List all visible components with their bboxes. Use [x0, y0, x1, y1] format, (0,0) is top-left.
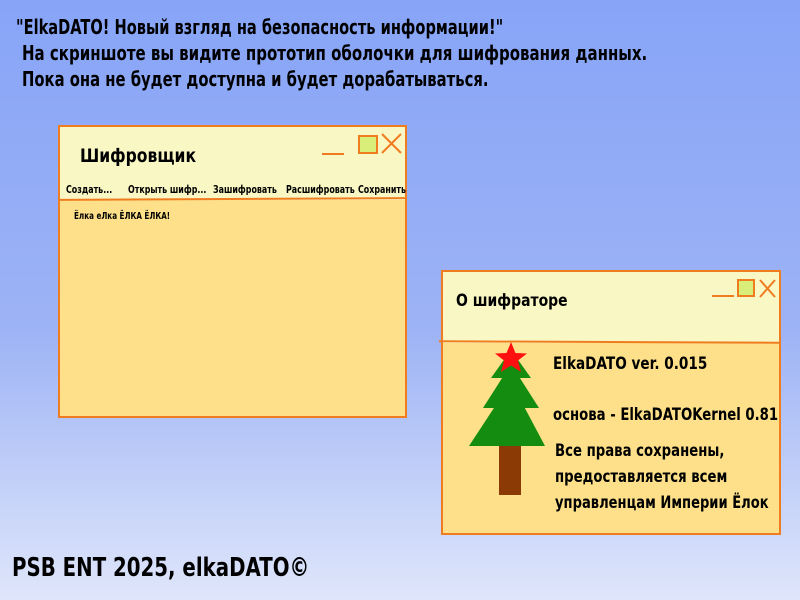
cipher-window-titlebar[interactable]: Шифровщик Создать... Открыть шифр... Заш… — [60, 127, 406, 200]
footer-copyright: PSB ENT 2025, elkaDATO© — [12, 553, 310, 583]
maximize-icon[interactable] — [358, 135, 378, 154]
minimize-icon[interactable] — [322, 153, 344, 155]
menu-bar: Создать... Открыть шифр... Зашифровать Р… — [60, 181, 406, 199]
about-rights-line-1: Все права сохранены, — [555, 441, 725, 461]
menu-create[interactable]: Создать... — [66, 183, 112, 196]
cipher-text-area[interactable]: Ёлка еЛка ЁЛКА ЁЛКА! — [74, 211, 170, 222]
about-rights-line-3: управленцам Империи Ёлок — [555, 493, 769, 513]
menu-encrypt[interactable]: Зашифровать — [213, 183, 277, 196]
minimize-icon[interactable] — [712, 295, 734, 297]
about-window: О шифраторе ElkaDATO ver. 0.015 основа -… — [438, 270, 781, 535]
christmas-tree-icon — [469, 342, 545, 495]
menu-open-cipher[interactable]: Открыть шифр... — [128, 183, 206, 196]
headline: "ElkaDATO! Новый взгляд на безопасность … — [16, 14, 800, 92]
titlebar-divider — [59, 197, 408, 201]
cipher-window-title: Шифровщик — [80, 145, 197, 167]
maximize-icon[interactable] — [737, 279, 755, 297]
about-rights-line-2: предоставляется всем — [555, 467, 728, 487]
about-kernel: основа - ElkaDATOKernel 0.81 — [553, 405, 779, 425]
headline-line-3: Пока она не будет доступна и будет дораб… — [22, 67, 489, 91]
about-window-titlebar[interactable]: О шифраторе — [443, 272, 779, 343]
about-window-title: О шифраторе — [456, 291, 568, 311]
close-icon[interactable] — [759, 279, 776, 298]
menu-save[interactable]: Сохранить — [358, 183, 406, 196]
about-version: ElkaDATO ver. 0.015 — [553, 354, 708, 374]
headline-line-1: "ElkaDATO! Новый взгляд на безопасность … — [16, 15, 504, 39]
menu-decrypt[interactable]: Расшифровать — [286, 183, 355, 196]
close-icon[interactable] — [381, 133, 402, 154]
headline-line-2: На скриншоте вы видите прототип оболочки… — [22, 41, 648, 65]
desktop: { "headline": { "line1": "\"ElkaDATO! Но… — [0, 0, 800, 600]
cipher-window: Шифровщик Создать... Открыть шифр... Заш… — [58, 125, 408, 418]
